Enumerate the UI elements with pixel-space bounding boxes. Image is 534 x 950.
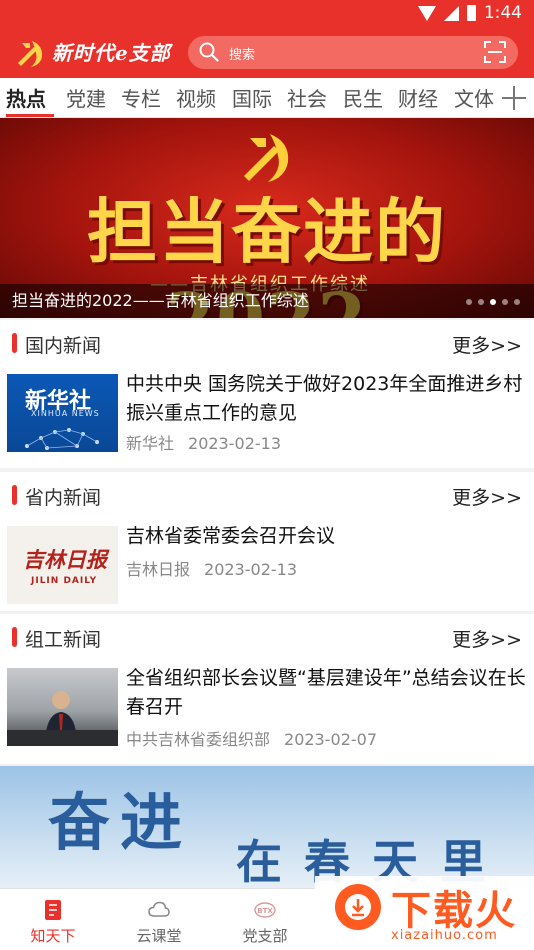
status-time: 1:44 bbox=[483, 3, 522, 23]
news-item[interactable]: 新华社 XINHUA NEWS 中共中央 国务院关于做好2023年全面推进乡村振… bbox=[0, 366, 534, 468]
carousel-indicator bbox=[466, 299, 520, 305]
nav-label: 党支部 bbox=[242, 927, 288, 945]
table-nameplate bbox=[7, 730, 118, 746]
tab-column[interactable]: 专栏 bbox=[121, 83, 161, 112]
news-thumbnail: 吉林日报 JILIN DAILY bbox=[7, 526, 118, 604]
more-link[interactable]: 更多>> bbox=[452, 625, 522, 652]
section-title: 省内新闻 bbox=[25, 487, 102, 509]
search-bar[interactable]: 搜索 bbox=[188, 36, 518, 69]
section-header: 省内新闻 更多>> bbox=[0, 472, 534, 518]
more-link[interactable]: 更多>> bbox=[452, 331, 522, 358]
tab-finance[interactable]: 财经 bbox=[398, 83, 438, 112]
banner-caption: 担当奋进的2022——吉林省组织工作综述 bbox=[12, 291, 309, 310]
tab-hot[interactable]: 热点 bbox=[6, 83, 46, 112]
search-placeholder: 搜索 bbox=[229, 48, 256, 63]
app-name: 新时代e支部 bbox=[52, 41, 171, 65]
nav-item-news[interactable]: 知天下 bbox=[0, 889, 106, 950]
cloud-icon bbox=[148, 901, 170, 917]
svg-text:BTX: BTX bbox=[257, 907, 273, 915]
watermark-url: xiazaihuo.com bbox=[391, 928, 498, 943]
category-tabs: 热点 党建 专栏 视频 国际 社会 民生 财经 文体 bbox=[0, 78, 534, 118]
section-provincial-news: 省内新闻 更多>> 吉林日报 JILIN DAILY 吉林省委常委会召开会议 吉… bbox=[0, 472, 534, 611]
featured-banner[interactable]: 担当奋进的2022 ——吉林省组织工作综述 担当奋进的2022——吉林省组织工作… bbox=[0, 118, 534, 318]
tab-party-building[interactable]: 党建 bbox=[66, 83, 106, 112]
tab-video[interactable]: 视频 bbox=[176, 83, 216, 112]
promo-banner[interactable]: 奋进 在春天里 bbox=[0, 766, 534, 888]
news-title: 全省组织部长会议暨“基层建设年”总结会议在长春召开 bbox=[126, 667, 526, 718]
nav-item-branch[interactable]: BTX 党支部 bbox=[212, 889, 318, 950]
news-meta: 吉林日报 2023-02-13 bbox=[126, 556, 297, 580]
tab-international[interactable]: 国际 bbox=[232, 83, 272, 112]
download-icon bbox=[335, 884, 381, 930]
news-thumbnail bbox=[7, 668, 118, 746]
status-bar: 1:44 bbox=[0, 0, 534, 28]
carousel-dot[interactable] bbox=[466, 299, 472, 305]
thumbnail-logo-text: 吉林日报 bbox=[23, 547, 107, 572]
news-icon bbox=[45, 900, 61, 920]
party-emblem-icon bbox=[18, 41, 43, 67]
status-icons: 1:44 bbox=[417, 3, 522, 23]
section-domestic-news: 国内新闻 更多>> 新华社 XINHUA NEWS 中共中央 国务院关于做好20… bbox=[0, 320, 534, 468]
news-item[interactable]: 吉林日报 JILIN DAILY 吉林省委常委会召开会议 吉林日报 2023-02… bbox=[0, 518, 534, 611]
scan-icon[interactable] bbox=[484, 41, 506, 63]
news-meta: 新华社 2023-02-13 bbox=[126, 430, 281, 454]
app-header: 新时代e支部 搜索 bbox=[0, 28, 534, 78]
news-date: 2023-02-07 bbox=[284, 730, 377, 749]
thumbnail-logo-subtext: XINHUA NEWS bbox=[31, 409, 100, 418]
news-thumbnail: 新华社 XINHUA NEWS bbox=[7, 374, 118, 452]
more-link[interactable]: 更多>> bbox=[452, 483, 522, 510]
news-source: 中共吉林省委组织部 bbox=[126, 730, 271, 749]
promo-banner-line1: 奋进 bbox=[48, 786, 193, 859]
news-title: 吉林省委常委会召开会议 bbox=[126, 525, 336, 547]
news-source: 新华社 bbox=[126, 434, 175, 453]
battery-icon bbox=[466, 5, 476, 21]
nav-item-cloud-class[interactable]: 云课堂 bbox=[106, 889, 212, 950]
btx-icon: BTX bbox=[254, 902, 276, 918]
carousel-dot[interactable] bbox=[502, 299, 508, 305]
news-title: 中共中央 国务院关于做好2023年全面推进乡村振兴重点工作的意见 bbox=[126, 373, 523, 424]
search-icon bbox=[199, 42, 219, 62]
section-header: 国内新闻 更多>> bbox=[0, 320, 534, 366]
section-title: 国内新闻 bbox=[25, 335, 102, 357]
tab-culture-sports[interactable]: 文体 bbox=[454, 83, 494, 112]
add-tab-icon[interactable] bbox=[502, 86, 526, 110]
news-source: 吉林日报 bbox=[126, 560, 191, 579]
thumbnail-logo-subtext: JILIN DAILY bbox=[31, 576, 98, 586]
section-marker bbox=[12, 627, 17, 647]
network-graphic bbox=[25, 428, 99, 450]
section-title: 组工新闻 bbox=[25, 629, 102, 651]
news-meta: 中共吉林省委组织部 2023-02-07 bbox=[126, 726, 377, 750]
download-arrow-icon bbox=[345, 894, 371, 920]
section-organization-news: 组工新闻 更多>> 全省组织部长会议暨“基层建设年”总结会议在长春召开 中共吉林… bbox=[0, 614, 534, 764]
watermark: 下载火 xiazaihuo.com bbox=[315, 876, 534, 950]
section-marker bbox=[12, 333, 17, 353]
carousel-dot[interactable] bbox=[514, 299, 520, 305]
signal-icon bbox=[443, 5, 459, 21]
carousel-dot[interactable] bbox=[478, 299, 484, 305]
wifi-icon bbox=[417, 5, 436, 21]
tab-society[interactable]: 社会 bbox=[287, 83, 327, 112]
section-header: 组工新闻 更多>> bbox=[0, 614, 534, 660]
carousel-dot-active[interactable] bbox=[490, 299, 496, 305]
tab-livelihood[interactable]: 民生 bbox=[343, 83, 383, 112]
nav-label: 知天下 bbox=[30, 927, 76, 945]
news-date: 2023-02-13 bbox=[188, 434, 281, 453]
section-marker bbox=[12, 485, 17, 505]
news-item[interactable]: 全省组织部长会议暨“基层建设年”总结会议在长春召开 中共吉林省委组织部 2023-… bbox=[0, 660, 534, 764]
news-date: 2023-02-13 bbox=[204, 560, 297, 579]
nav-label: 云课堂 bbox=[136, 927, 182, 945]
active-tab-indicator bbox=[6, 114, 54, 117]
